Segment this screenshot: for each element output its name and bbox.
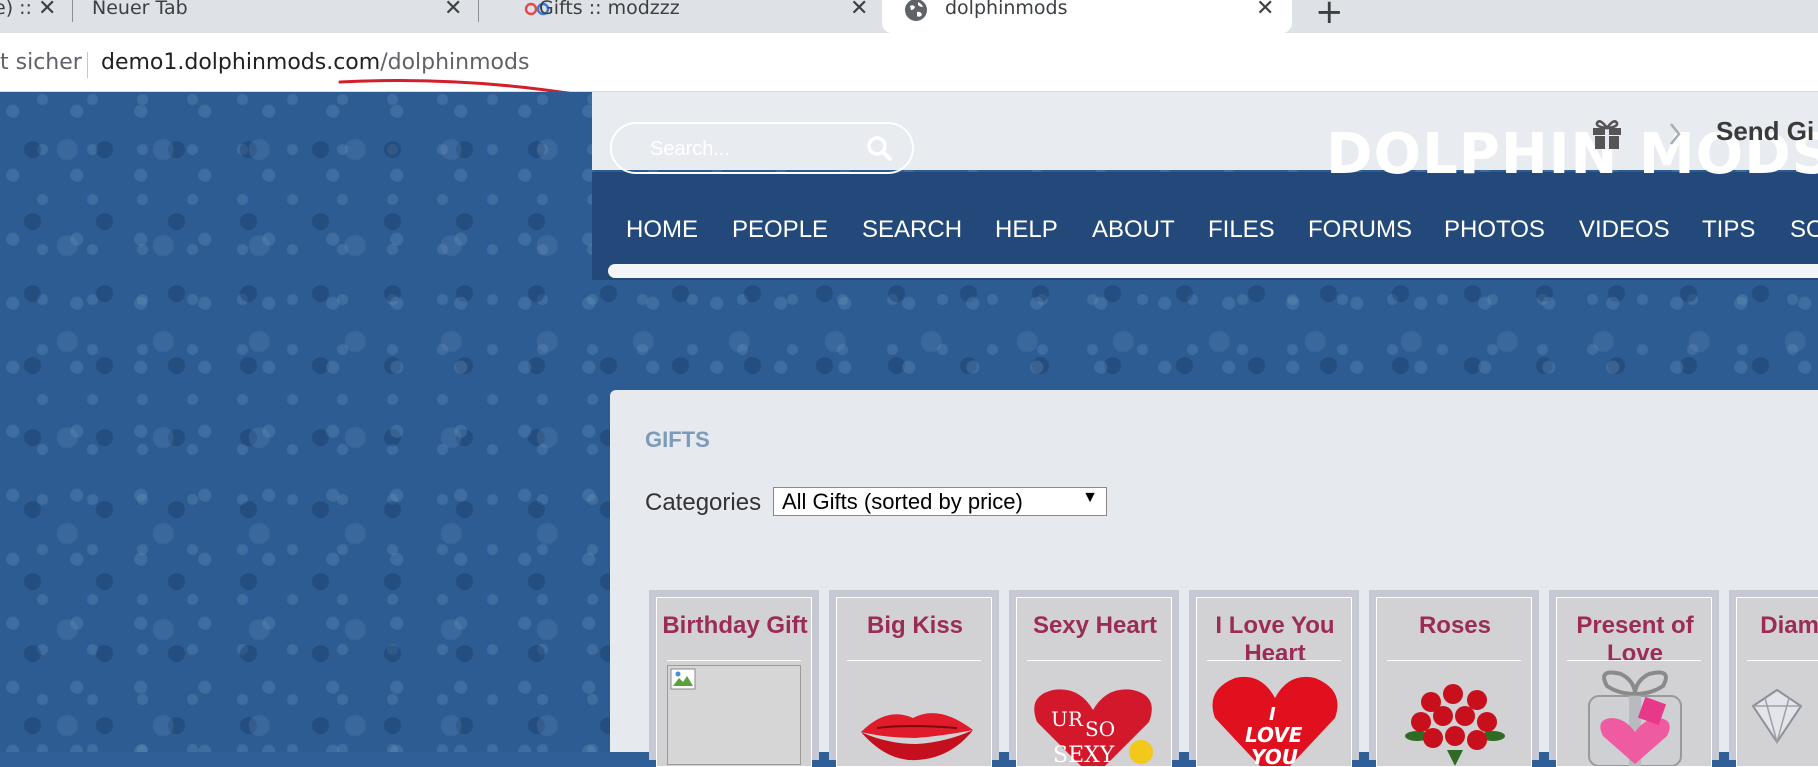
address-separator (87, 52, 88, 78)
tab-title: Neuer Tab (92, 0, 188, 19)
gift-divider (667, 660, 801, 661)
gift-title[interactable]: Diam Hea (1737, 612, 1818, 640)
tab-close-icon[interactable]: ✕ (38, 0, 56, 21)
gift-card-i-love-you-heart[interactable]: I Love You Heart I LOVE YOU (1189, 590, 1359, 767)
nav-item-people[interactable]: PEOPLE (732, 216, 828, 244)
gift-divider (1387, 660, 1521, 661)
url-host: demo1.dolphinmods.com (101, 50, 381, 75)
gift-card-frame: Birthday Gift (656, 597, 812, 767)
security-status[interactable]: t sicher (0, 50, 82, 75)
nav-item-tips[interactable]: TIPS (1702, 216, 1755, 244)
chevron-right-icon (1670, 123, 1681, 145)
heart-text-love: LOVE (1245, 723, 1303, 747)
globe-favicon-icon (905, 0, 927, 21)
new-tab-button[interactable]: + (1315, 0, 1344, 32)
tab-close-icon[interactable]: ✕ (1256, 0, 1274, 21)
categories-label: Categories (645, 489, 762, 516)
gift-divider (1747, 660, 1818, 661)
send-gift-title: Send Gi (1716, 116, 1815, 146)
nav-item-files[interactable]: FILES (1208, 216, 1275, 244)
heart-text-i: I (1269, 704, 1276, 725)
tab-separator (478, 0, 479, 22)
gift-card-sexy-heart[interactable]: Sexy Heart UR SO SEXY (1009, 590, 1179, 767)
gift-divider (1207, 660, 1341, 661)
tab-close-icon[interactable]: ✕ (850, 0, 868, 21)
gift-icon[interactable] (1590, 117, 1624, 151)
nav-item-forums[interactable]: FORUMS (1308, 216, 1412, 244)
gift-title[interactable]: Roses (1377, 612, 1533, 640)
gift-divider (1567, 660, 1701, 661)
tab-dolphinmods[interactable]: dolphinmods ✕ (882, 0, 1292, 33)
lips-image[interactable] (847, 666, 983, 766)
tab-title: Gifts :: modzzz (539, 0, 680, 19)
nav-divider (608, 264, 1818, 278)
search-icon[interactable] (866, 135, 892, 161)
tab-separator (72, 0, 73, 22)
heart-text-you: YOU (1251, 745, 1298, 766)
nav-item-videos[interactable]: VIDEOS (1579, 216, 1670, 244)
gift-card-frame: Diam Hea (1736, 597, 1818, 767)
gift-card-frame: I Love You Heart I LOVE YOU (1196, 597, 1352, 767)
tab-title: dolphinmods (945, 0, 1068, 19)
gift-card-frame: Sexy Heart UR SO SEXY (1016, 597, 1172, 767)
categories-select[interactable]: All Gifts (sorted by price) ▼ (773, 487, 1107, 516)
gift-card-roses[interactable]: Roses (1369, 590, 1539, 767)
heart-text-so: SO (1085, 717, 1115, 741)
gift-image-broken[interactable] (667, 665, 801, 765)
sexy-heart-image[interactable]: UR SO SEXY (1027, 666, 1163, 766)
search-input[interactable] (648, 136, 852, 162)
gift-title[interactable]: Big Kiss (837, 612, 993, 640)
gift-title[interactable]: Sexy Heart (1017, 612, 1173, 640)
nav-item-about[interactable]: ABOUT (1092, 216, 1175, 244)
dropdown-arrow-icon: ▼ (1082, 489, 1098, 506)
url-path: /dolphinmods (380, 50, 530, 75)
page-title: GIFTS (645, 427, 710, 452)
tab-title: e) :: (0, 0, 32, 19)
heart-text-sexy: SEXY (1053, 743, 1115, 766)
gift-card-big-kiss[interactable]: Big Kiss (829, 590, 999, 767)
gift-card-present-of-love[interactable]: Present of Love (1549, 590, 1719, 767)
gift-title[interactable]: Birthday Gift (657, 612, 813, 640)
gift-card-frame: Big Kiss (836, 597, 992, 767)
nav-item-home[interactable]: HOME (626, 216, 698, 244)
gift-divider (1027, 660, 1161, 661)
gift-divider (847, 660, 981, 661)
broken-image-icon (670, 668, 696, 690)
tab-gifts-modzzz[interactable]: Gifts :: modzzz ✕ (480, 0, 880, 33)
present-image[interactable] (1567, 666, 1703, 766)
gift-card-frame: Roses (1376, 597, 1532, 767)
heart-text-ur: UR (1051, 707, 1084, 731)
selected-category: All Gifts (sorted by price) (782, 489, 1023, 514)
tab-neuer-tab[interactable]: Neuer Tab ✕ (74, 0, 474, 33)
nav-item-so[interactable]: SO (1790, 216, 1818, 244)
gift-card-birthday-gift[interactable]: Birthday Gift (649, 590, 819, 767)
love-heart-image[interactable]: I LOVE YOU (1207, 666, 1343, 766)
diamond-image[interactable] (1747, 666, 1818, 766)
nav-item-search[interactable]: SEARCH (862, 216, 962, 244)
nav-item-photos[interactable]: PHOTOS (1444, 216, 1545, 244)
search-box[interactable] (610, 122, 914, 174)
tab-close-icon[interactable]: ✕ (444, 0, 462, 21)
gift-card-diamond-heart[interactable]: Diam Hea (1729, 590, 1818, 767)
roses-image[interactable] (1387, 666, 1523, 766)
tab-1[interactable]: e) :: ✕ (0, 0, 70, 33)
gift-card-frame: Present of Love (1556, 597, 1712, 767)
url-text[interactable]: demo1.dolphinmods.com/dolphinmods (101, 50, 529, 75)
nav-item-help[interactable]: HELP (995, 216, 1058, 244)
